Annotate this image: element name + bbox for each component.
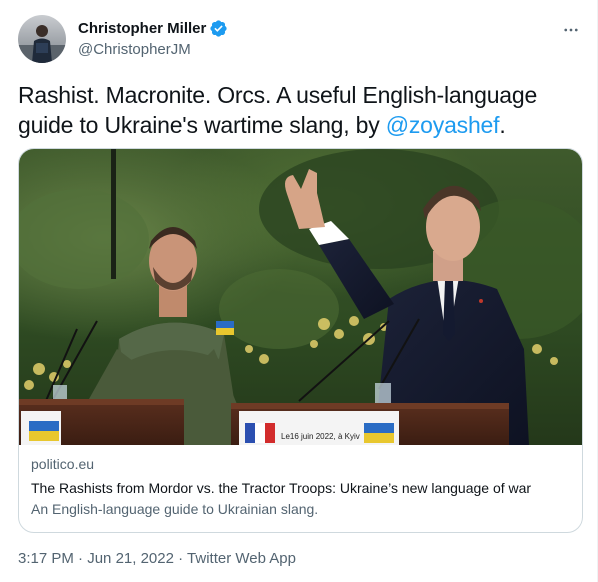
- tweet-text-end: .: [499, 112, 506, 138]
- image-caption: Le16 juin 2022, à Kyiv: [281, 432, 360, 441]
- tweet-time[interactable]: 3:17 PM: [18, 550, 74, 567]
- more-dots-icon: [564, 28, 578, 32]
- author-block: Christopher Miller @ChristopherJM: [78, 18, 228, 58]
- author-handle[interactable]: @ChristopherJM: [78, 41, 228, 58]
- tweet-date[interactable]: Jun 21, 2022: [87, 550, 174, 567]
- avatar-photo: [18, 15, 66, 63]
- avatar[interactable]: [18, 15, 66, 63]
- meta-separator: ·: [73, 550, 88, 567]
- name-row: Christopher Miller: [78, 18, 228, 38]
- more-options-button[interactable]: [559, 18, 583, 42]
- verified-badge-icon: [209, 19, 228, 38]
- tweet-meta: 3:17 PM · Jun 21, 2022 · Twitter Web App: [18, 550, 296, 567]
- card-info: politico.eu The Rashists from Mordor vs.…: [31, 455, 576, 519]
- card-description: An English-language guide to Ukrainian s…: [31, 501, 319, 517]
- tweet-source: Twitter Web App: [187, 550, 296, 567]
- meta-separator: ·: [173, 550, 188, 567]
- tweet: Christopher Miller @ChristopherJM Rashis…: [0, 0, 598, 582]
- card-title: The Rashists from Mordor vs. the Tractor…: [31, 480, 532, 496]
- mention-link[interactable]: @zoyashef: [386, 112, 500, 138]
- author-display-name[interactable]: Christopher Miller: [78, 20, 206, 37]
- card-image: Le16 juin 2022, à Kyiv: [19, 149, 582, 445]
- tweet-text: Rashist. Macronite. Orcs. A useful Engli…: [18, 80, 578, 140]
- link-card[interactable]: Le16 juin 2022, à Kyiv politico.eu The R…: [18, 148, 583, 533]
- card-domain: politico.eu: [31, 456, 95, 472]
